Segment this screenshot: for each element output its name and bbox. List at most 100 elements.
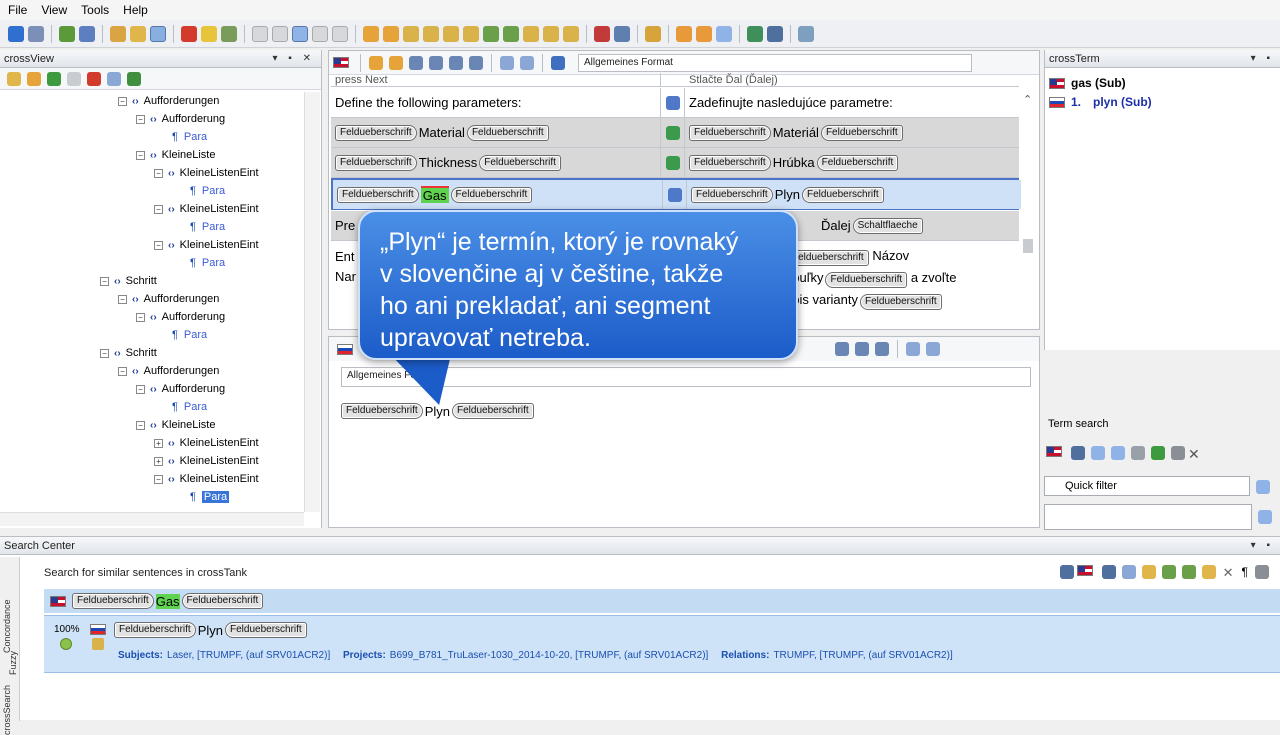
source-flag-icon[interactable] — [333, 57, 349, 68]
search-go-icon[interactable] — [1258, 510, 1272, 524]
pencil-icon[interactable] — [201, 25, 217, 42]
tool-icon[interactable] — [645, 25, 661, 42]
search-doc-icon[interactable] — [79, 25, 95, 42]
tree-node[interactable]: − ‹› KleineListenEint — [154, 470, 259, 488]
search-icon[interactable] — [107, 71, 121, 86]
flag-icon[interactable] — [1046, 446, 1062, 457]
zoom-in-icon[interactable] — [906, 342, 920, 356]
tree-node[interactable]: − ‹› Aufforderung — [136, 380, 225, 398]
crossview-scrollbar[interactable] — [304, 92, 320, 512]
view-icon[interactable] — [252, 25, 268, 42]
format-icon[interactable] — [551, 55, 565, 70]
crossview-hscrollbar[interactable] — [0, 512, 304, 526]
tree-node[interactable]: − ‹› KleineListenEint — [154, 236, 259, 254]
target-flag-icon[interactable] — [337, 343, 353, 355]
lock-icon[interactable] — [221, 25, 237, 42]
quick-filter-select[interactable]: Quick filter — [1044, 476, 1250, 496]
panel-controls-icon[interactable]: ▾ ▪ — [1251, 540, 1274, 551]
tree-node-para[interactable]: ¶ Para — [172, 128, 207, 146]
tool-icon[interactable] — [1141, 565, 1156, 579]
tree-node[interactable]: + ‹› KleineListenEint — [154, 452, 259, 470]
layout-icon[interactable] — [696, 25, 712, 42]
doc-icon[interactable] — [1111, 446, 1125, 460]
segment-target[interactable]: Feldueberschrift Hrúbka Feldueberschrift — [685, 148, 1019, 177]
tree-node-para[interactable]: ¶ Para — [190, 254, 225, 272]
info-icon[interactable] — [67, 71, 81, 86]
tree-node-para[interactable]: ¶ Para — [190, 488, 230, 506]
segment-edit-field[interactable]: Feldueberschrift Plyn Feldueberschrift — [341, 403, 534, 419]
expand-icon[interactable] — [127, 71, 141, 86]
search-hit-row[interactable]: 100% Feldueberschrift Plyn Feldueberschr… — [44, 615, 1280, 673]
tree-node[interactable]: − ‹› KleineListe — [136, 146, 216, 164]
term-search-input[interactable] — [1044, 504, 1252, 530]
tree-node-para[interactable]: ¶ Para — [190, 218, 225, 236]
layout-icon[interactable] — [716, 25, 732, 42]
tab-concordance[interactable]: Concordance — [2, 599, 12, 653]
tree-node[interactable]: − ‹› Schritt — [100, 272, 157, 290]
segment-row[interactable]: Define the following parameters: Zadefin… — [331, 88, 1019, 118]
list-icon[interactable] — [835, 342, 849, 356]
expand-toggle-icon[interactable]: − — [136, 420, 145, 430]
close-x-icon[interactable] — [8, 25, 24, 42]
scroll-thumb[interactable] — [1023, 239, 1033, 253]
expand-toggle-icon[interactable]: − — [136, 114, 145, 124]
format-selector[interactable]: Allgemeines Format — [578, 53, 972, 72]
arrow-icon[interactable] — [369, 55, 383, 70]
segment-icon[interactable] — [543, 25, 559, 42]
tree-node[interactable]: − ‹› Aufforderungen — [118, 290, 219, 308]
panel-controls-icon[interactable]: ▾ ▪ — [1251, 53, 1274, 64]
arrow-icon[interactable] — [389, 55, 403, 70]
expand-toggle-icon[interactable]: − — [118, 96, 127, 106]
term-entry-source[interactable]: gas (Sub) — [1049, 76, 1126, 90]
segment-icon[interactable] — [423, 25, 439, 42]
list-icon[interactable] — [449, 55, 463, 70]
segment-target[interactable]: Feldueberschrift Plyn Feldueberschrift — [687, 180, 1021, 209]
list-icon[interactable] — [815, 342, 829, 356]
arrow-right-icon[interactable] — [383, 25, 399, 42]
menu-file[interactable]: File — [8, 3, 27, 17]
refresh-icon[interactable] — [1151, 446, 1165, 460]
arrow-icon[interactable] — [1101, 565, 1116, 579]
expand-toggle-icon[interactable]: + — [154, 438, 163, 448]
expand-toggle-icon[interactable]: − — [136, 384, 145, 394]
segment-row-selected[interactable]: Feldueberschrift Gas Feldueberschrift Fe… — [331, 178, 1021, 210]
filter-go-icon[interactable] — [1256, 480, 1270, 494]
tree-node[interactable]: − ‹› Aufforderung — [136, 308, 225, 326]
segment-icon[interactable] — [443, 25, 459, 42]
doc-icon[interactable] — [1091, 446, 1105, 460]
close-icon[interactable]: ✕ — [1188, 446, 1200, 463]
tools-icon[interactable] — [28, 25, 44, 42]
close-icon[interactable]: ✕ — [1223, 565, 1234, 581]
tree-node[interactable]: − ‹› Aufforderung — [136, 110, 225, 128]
tree-node[interactable]: − ‹› Schritt — [100, 344, 157, 362]
menu-tools[interactable]: Tools — [81, 3, 109, 17]
pencil-icon[interactable] — [1171, 446, 1185, 460]
zoom-out-icon[interactable] — [520, 55, 534, 70]
layout-icon[interactable] — [676, 25, 692, 42]
expand-toggle-icon[interactable]: − — [154, 240, 163, 250]
segment-confirm-icon[interactable] — [503, 25, 519, 42]
menu-view[interactable]: View — [41, 3, 67, 17]
segment-target[interactable]: Feldueberschrift Materiál Feldueberschri… — [685, 118, 1019, 147]
binoculars-icon[interactable] — [1059, 565, 1074, 579]
pilcrow-icon[interactable]: ¶ — [1242, 565, 1248, 581]
segment-icon[interactable] — [403, 25, 419, 42]
table-icon[interactable] — [130, 25, 146, 42]
tool-icon[interactable] — [594, 25, 610, 42]
view-icon[interactable] — [272, 25, 288, 42]
tool-icon[interactable] — [1181, 565, 1196, 579]
expand-toggle-icon[interactable]: − — [136, 312, 145, 322]
document-icon[interactable] — [110, 25, 126, 42]
tab-crosssearch[interactable]: crossSearch — [2, 685, 12, 735]
zoom-out-icon[interactable] — [926, 342, 940, 356]
marker-icon[interactable] — [181, 25, 197, 42]
tree-node[interactable]: − ‹› Aufforderungen — [118, 362, 219, 380]
expand-toggle-icon[interactable]: − — [154, 474, 163, 484]
copy-icon[interactable] — [1131, 446, 1145, 460]
expand-toggle-icon[interactable]: + — [154, 456, 163, 466]
expand-toggle-icon[interactable]: − — [100, 348, 109, 358]
arrow-left-icon[interactable] — [363, 25, 379, 42]
tree-node-para[interactable]: ¶ Para — [172, 398, 207, 416]
tree-node[interactable]: − ‹› KleineListe — [136, 416, 216, 434]
expand-toggle-icon[interactable]: − — [100, 276, 109, 286]
